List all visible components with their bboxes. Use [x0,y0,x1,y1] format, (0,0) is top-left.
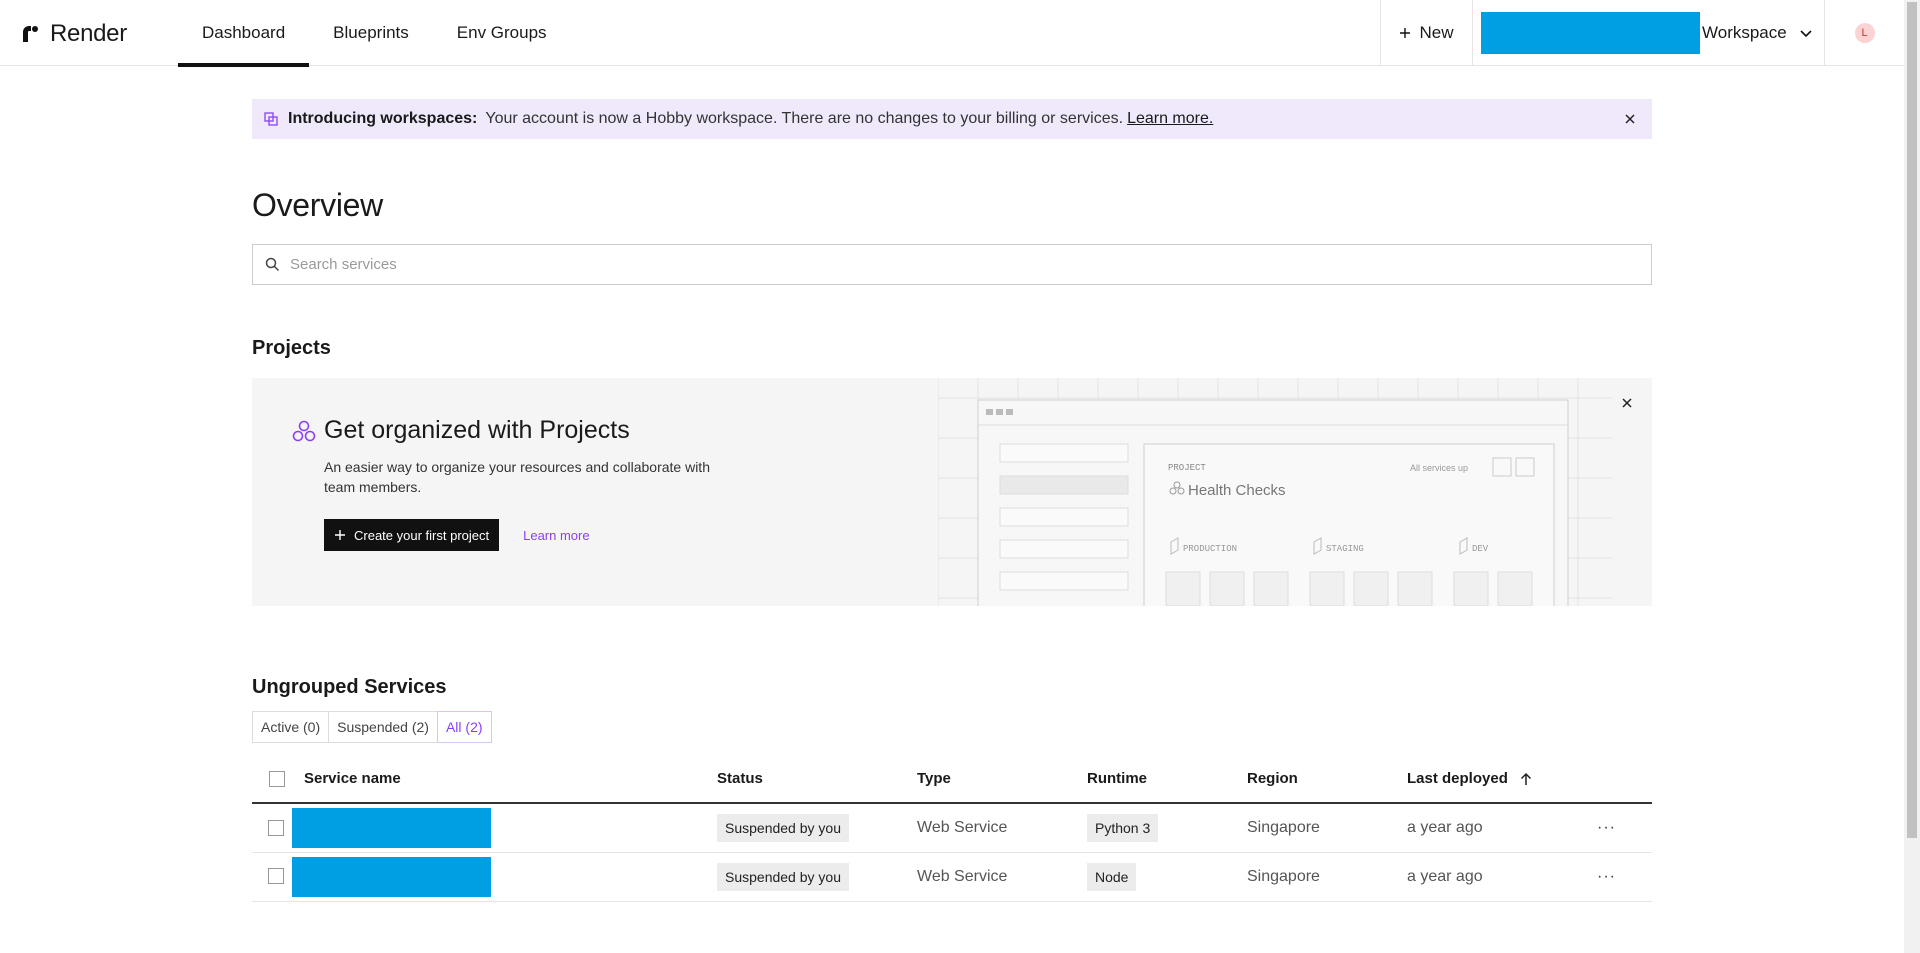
illus-project-label: PROJECT [1168,463,1206,473]
workspace-icon [264,112,278,126]
filter-suspended[interactable]: Suspended (2) [328,711,438,743]
illus-env-production: PRODUCTION [1183,544,1237,554]
ungrouped-services-heading: Ungrouped Services [252,676,447,698]
col-status[interactable]: Status [717,755,917,804]
render-logo-icon [23,26,38,42]
row-checkbox[interactable] [268,868,284,885]
top-header: Render Dashboard Blueprints Env Groups N… [0,0,1904,67]
service-type: Web Service [917,803,1087,853]
last-deployed: a year ago [1407,803,1597,853]
status-badge: Suspended by you [717,862,849,891]
main-content: Introducing workspaces: Your account is … [252,99,1652,902]
col-last-deployed[interactable]: Last deployed [1407,755,1597,804]
col-last-deployed-label: Last deployed [1407,770,1508,787]
row-more-menu-icon[interactable]: ··· [1597,868,1616,885]
create-project-button[interactable]: Create your first project [324,519,500,551]
nav-dashboard[interactable]: Dashboard [178,0,310,67]
service-region: Singapore [1247,852,1407,902]
services-table: Service name Status Type Runtime Region … [252,755,1652,902]
new-button[interactable]: New [1380,0,1472,66]
table-row[interactable]: Suspended by you Web Service Node Singap… [252,852,1652,902]
promo-title: Get organized with Projects [324,416,630,444]
illus-env-staging: STAGING [1326,544,1364,554]
banner-message: Your account is now a Hobby workspace. T… [485,110,1124,127]
scrollbar-thumb[interactable] [1907,2,1917,838]
table-row[interactable]: Suspended by you Web Service Python 3 Si… [252,803,1652,853]
banner-title: Introducing workspaces: [288,110,478,127]
workspace-switcher[interactable]: Workspace [1472,0,1824,66]
close-icon[interactable] [1622,111,1638,127]
illus-project-name: Health Checks [1188,482,1286,499]
row-checkbox[interactable] [268,819,284,836]
search-input[interactable] [290,256,1590,273]
banner-learn-more-link[interactable]: Learn more. [1127,110,1213,128]
select-all-checkbox[interactable] [269,771,285,788]
plus-icon [335,530,345,540]
user-menu[interactable]: L [1824,0,1904,66]
main-nav: Dashboard Blueprints Env Groups [178,0,571,67]
service-name-redacted[interactable] [292,807,491,848]
new-button-label: New [1419,23,1454,42]
promo-description: An easier way to organize your resources… [324,459,710,495]
avatar: L [1854,23,1875,43]
col-region[interactable]: Region [1247,755,1407,804]
table-header-row: Service name Status Type Runtime Region … [252,755,1652,804]
plus-icon [1400,28,1411,38]
projects-promo-card: Get organized with Projects An easier wa… [252,378,1652,606]
render-logo[interactable]: Render [20,20,127,48]
projects-illustration: PROJECT Health Checks All services up PR… [938,378,1612,606]
service-type: Web Service [917,852,1087,902]
search-bar [252,244,1652,285]
create-project-label: Create your first project [354,527,490,543]
illus-env-dev: DEV [1472,544,1489,554]
projects-icon [292,420,316,441]
service-name-redacted[interactable] [292,856,491,897]
col-runtime[interactable]: Runtime [1087,755,1247,804]
col-type[interactable]: Type [917,755,1087,804]
runtime-badge: Node [1087,862,1137,891]
filter-active[interactable]: Active (0) [252,711,330,743]
brand-name: Render [50,20,127,47]
chevron-down-icon [1800,30,1812,38]
nav-blueprints[interactable]: Blueprints [309,0,433,66]
service-filter-tabs: Active (0) Suspended (2) All (2) [252,711,1652,743]
workspace-label: Workspace [1702,23,1787,42]
projects-heading: Projects [252,337,331,359]
last-deployed: a year ago [1407,852,1597,902]
sort-arrow-up-icon [1521,772,1532,786]
status-badge: Suspended by you [717,813,849,842]
runtime-badge: Python 3 [1087,813,1159,842]
projects-learn-more-link[interactable]: Learn more [523,528,589,543]
row-more-menu-icon[interactable]: ··· [1597,819,1616,836]
filter-all[interactable]: All (2) [436,711,492,743]
close-icon[interactable] [1620,396,1634,410]
service-region: Singapore [1247,803,1407,853]
illus-status: All services up [1410,463,1468,473]
col-service-name[interactable]: Service name [304,755,717,804]
search-icon [265,257,280,272]
nav-env-groups[interactable]: Env Groups [433,0,571,66]
page-title: Overview [252,187,383,223]
workspace-banner: Introducing workspaces: Your account is … [252,99,1652,139]
page-scrollbar[interactable] [1904,0,1920,953]
workspace-name-redacted [1481,12,1700,54]
